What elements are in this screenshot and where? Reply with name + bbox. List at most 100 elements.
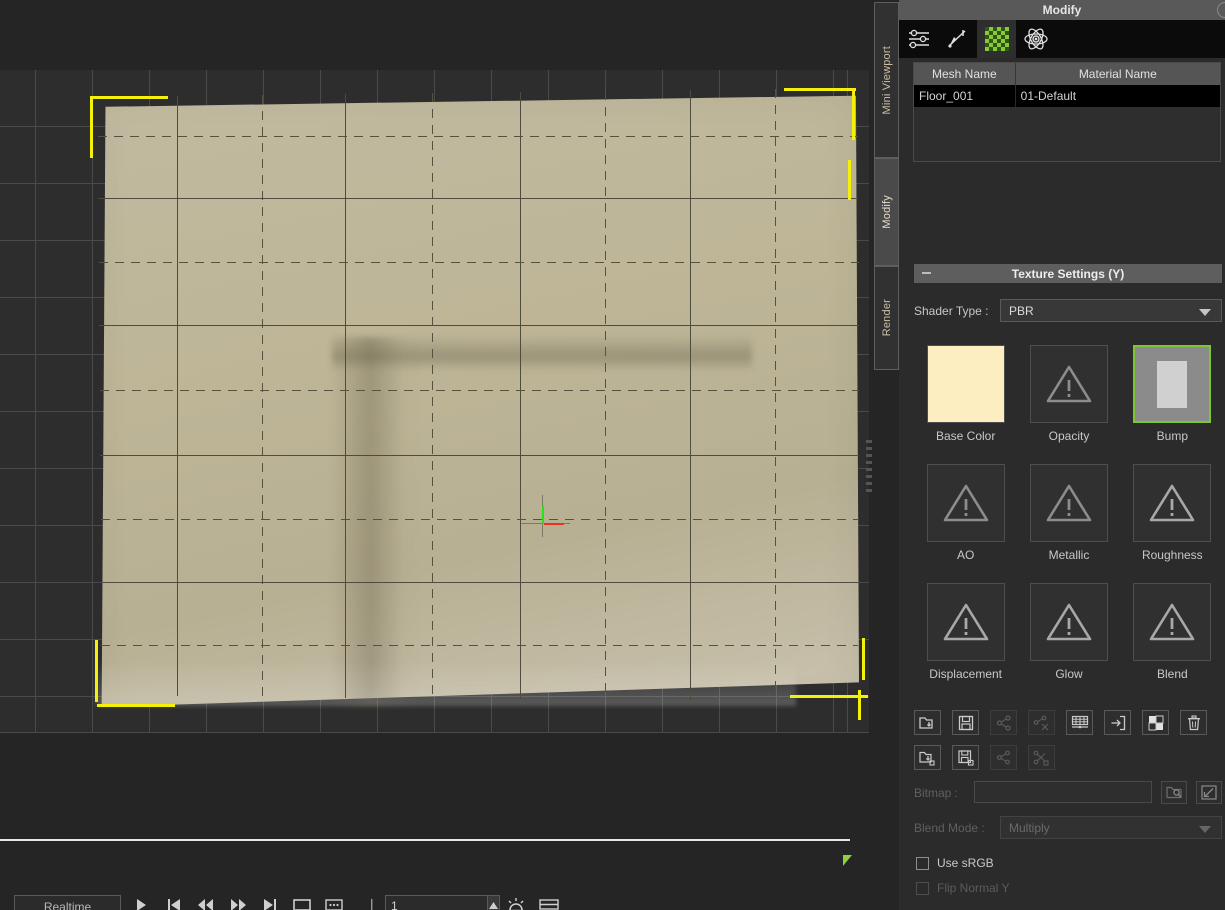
texture-slot-opacity[interactable]: Opacity xyxy=(1020,345,1118,443)
cell-mesh-name: Floor_001 xyxy=(914,85,1016,107)
texture-thumbnail[interactable] xyxy=(926,345,1005,423)
wireframe-line xyxy=(690,90,691,700)
list-lines-icon[interactable] xyxy=(538,898,560,910)
timeline-area[interactable] xyxy=(0,733,869,910)
application-window: Realtime 1 Mini Viewport Modify Render M… xyxy=(0,0,1225,910)
load-all-textures-button[interactable] xyxy=(914,745,941,770)
vertical-tab-strip: Mini Viewport Modify Render xyxy=(874,0,899,910)
table-row[interactable]: Floor_001 01-Default xyxy=(914,85,1220,107)
load-texture-button[interactable] xyxy=(914,710,941,735)
shader-type-select[interactable]: PBR xyxy=(1000,299,1222,322)
column-header-mesh-name: Mesh Name xyxy=(914,63,1016,85)
texture-settings-section-header[interactable]: Texture Settings (Y) xyxy=(914,264,1222,283)
texture-slot-roughness[interactable]: Roughness xyxy=(1123,464,1221,562)
sidebar-item-modify[interactable]: Modify xyxy=(874,158,899,266)
texture-thumbnail[interactable] xyxy=(1029,583,1108,661)
frame-spinner-up[interactable] xyxy=(487,895,500,910)
sun-icon[interactable] xyxy=(505,898,527,910)
tab-physics[interactable] xyxy=(1016,20,1055,58)
selection-bracket xyxy=(97,704,175,707)
cut-all-button[interactable] xyxy=(1028,745,1055,770)
texture-action-toolbar-row1 xyxy=(914,710,1207,735)
sidebar-item-mini-viewport[interactable]: Mini Viewport xyxy=(874,2,899,158)
texture-thumbnail[interactable] xyxy=(926,583,1005,661)
tab-animation[interactable] xyxy=(938,20,977,58)
texture-slot-glow[interactable]: Glow xyxy=(1020,583,1118,681)
sidebar-item-render[interactable]: Render xyxy=(874,266,899,370)
viewport-3d-canvas[interactable] xyxy=(0,70,869,733)
texture-slot-bump[interactable]: Bump xyxy=(1123,345,1221,443)
checkbox-box[interactable] xyxy=(916,881,929,895)
gizmo-x-axis[interactable] xyxy=(544,523,564,525)
texture-slot-blend[interactable]: Blend xyxy=(1123,583,1221,681)
save-all-textures-button[interactable] xyxy=(952,745,979,770)
blend-mode-select[interactable]: Multiply xyxy=(1000,816,1222,839)
gizmo-y-axis[interactable] xyxy=(542,506,544,524)
panel-help-icon[interactable] xyxy=(1217,2,1225,18)
timeline-playhead-marker[interactable] xyxy=(843,855,852,866)
panel-resize-handle[interactable] xyxy=(866,440,872,492)
cut-texture-button[interactable] xyxy=(1028,710,1055,735)
uv-grid-button[interactable] xyxy=(1066,710,1093,735)
timeline-ruler[interactable] xyxy=(0,839,850,841)
mesh-bend-shadow xyxy=(330,337,420,707)
jump-to-end-button[interactable] xyxy=(259,898,281,910)
texture-thumbnail[interactable] xyxy=(1133,464,1212,542)
collapse-minus-icon[interactable] xyxy=(922,272,931,274)
wireframe-dashed-line xyxy=(262,95,263,697)
blend-mode-value: Multiply xyxy=(1009,820,1050,835)
texture-slot-label: Displacement xyxy=(929,667,1002,681)
import-button[interactable] xyxy=(1104,710,1131,735)
warning-triangle-icon xyxy=(942,482,990,524)
warning-triangle-icon xyxy=(1148,482,1196,524)
previous-frame-button[interactable] xyxy=(195,898,217,910)
wireframe-dashed-line xyxy=(98,136,858,137)
checkbox-use-srgb[interactable]: Use sRGB xyxy=(916,856,994,870)
tab-attribute-sliders[interactable] xyxy=(899,20,938,58)
play-button[interactable] xyxy=(130,898,152,910)
warning-triangle-icon xyxy=(1045,363,1093,405)
texture-thumbnail[interactable] xyxy=(1029,464,1108,542)
bump-preview-shape xyxy=(1157,360,1188,408)
texture-slot-metallic[interactable]: Metallic xyxy=(1020,464,1118,562)
selection-bracket xyxy=(790,695,868,698)
checker-icon xyxy=(984,27,1009,51)
arrow-into-corner-icon[interactable] xyxy=(1196,781,1222,804)
mesh-material-table[interactable]: Mesh Name Material Name Floor_001 01-Def… xyxy=(913,62,1221,162)
checkbox-flip-normal-y[interactable]: Flip Normal Y xyxy=(916,881,1009,895)
texture-slot-grid: Base Color Opacity Bump AO Metallic Roug… xyxy=(914,345,1224,681)
bitmap-input[interactable] xyxy=(974,781,1152,803)
sliders-icon xyxy=(907,28,931,50)
texture-slot-displacement[interactable]: Displacement xyxy=(917,583,1015,681)
next-frame-button[interactable] xyxy=(227,898,249,910)
vtab-label: Modify xyxy=(880,195,893,229)
folder-search-icon[interactable] xyxy=(1161,781,1187,804)
column-header-material-name: Material Name xyxy=(1078,67,1157,81)
mesh-floor-plane[interactable] xyxy=(101,95,859,707)
texture-thumbnail[interactable] xyxy=(1133,583,1212,661)
frame-number-input[interactable]: 1 xyxy=(385,895,495,910)
save-texture-button[interactable] xyxy=(952,710,979,735)
texture-thumbnail[interactable] xyxy=(926,464,1005,542)
share-all-button[interactable] xyxy=(990,745,1017,770)
checker-square-button[interactable] xyxy=(1142,710,1169,735)
texture-slot-base-color[interactable]: Base Color xyxy=(917,345,1015,443)
options-button[interactable] xyxy=(323,898,345,910)
wireframe-dashed-line xyxy=(99,262,859,263)
wireframe-line xyxy=(345,94,346,698)
playback-mode-selector[interactable]: Realtime xyxy=(14,895,121,910)
delete-button[interactable] xyxy=(1180,710,1207,735)
viewport-topbar xyxy=(0,0,869,70)
tab-material[interactable] xyxy=(977,20,1016,58)
viewport-area[interactable] xyxy=(0,0,869,733)
texture-slot-ao[interactable]: AO xyxy=(917,464,1015,562)
loop-range-button[interactable] xyxy=(291,898,313,910)
wireframe-dashed-line xyxy=(432,93,433,699)
jump-to-start-button[interactable] xyxy=(163,898,185,910)
share-texture-button[interactable] xyxy=(990,710,1017,735)
texture-thumbnail[interactable] xyxy=(1133,345,1212,423)
texture-thumbnail[interactable] xyxy=(1029,345,1108,423)
checkbox-box[interactable] xyxy=(916,856,929,870)
atom-icon xyxy=(1023,27,1049,51)
wireframe-dashed-line xyxy=(775,89,776,699)
